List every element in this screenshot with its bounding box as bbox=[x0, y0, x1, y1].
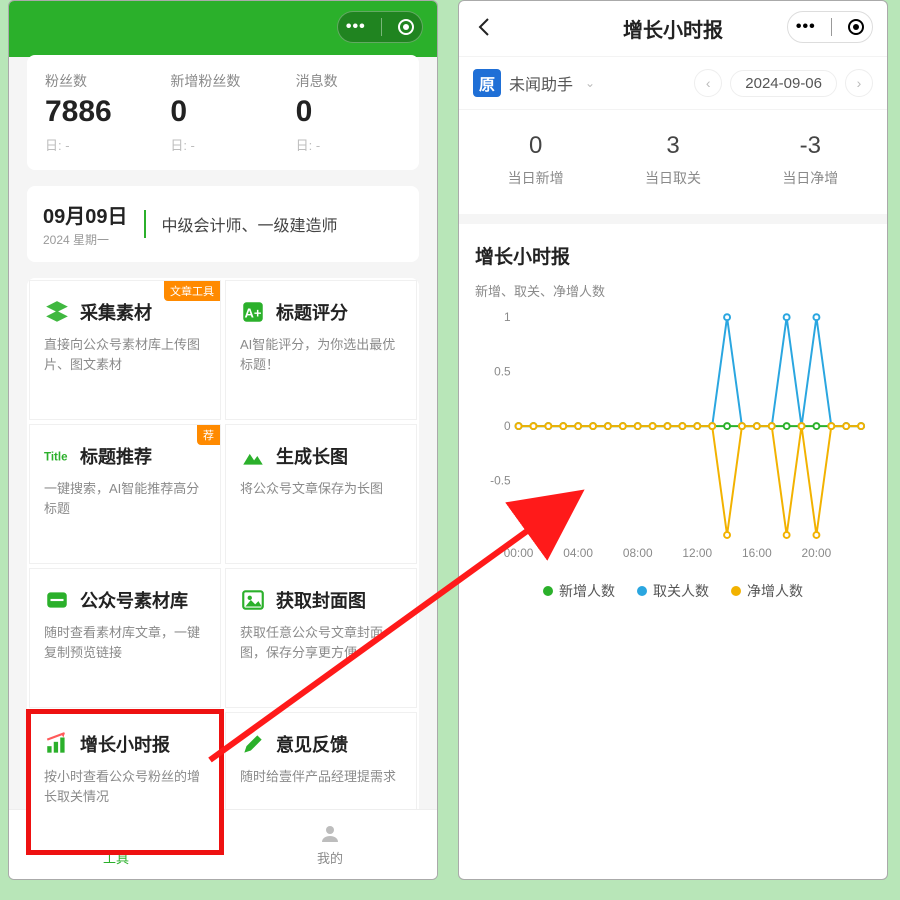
close-icon[interactable] bbox=[848, 19, 864, 35]
svg-text:20:00: 20:00 bbox=[802, 546, 832, 560]
badge-article-tools: 文章工具 bbox=[164, 281, 220, 301]
chart-section: 增长小时报 新增、取关、净增人数 -0.5 0 0.5 1 00:00 04:00 08:0… bbox=[459, 224, 887, 611]
hourly-report-screen: 增长小时报 ••• 原 未闻助手 ⌄ ‹ 2024-09-06 › 0 当日新增… bbox=[458, 0, 888, 880]
stat-followers: 粉丝数 7886 日: - bbox=[35, 71, 160, 154]
close-icon[interactable] bbox=[398, 19, 414, 35]
user-icon bbox=[318, 822, 342, 846]
stat-new-followers: 新增粉丝数 0 日: - bbox=[160, 71, 285, 154]
stat-new: 0 当日新增 bbox=[467, 132, 604, 188]
date-chip[interactable]: 2024-09-06 bbox=[730, 70, 837, 97]
tool-title-recommend[interactable]: 荐 Title 标题推荐 一键搜索，AI智能推荐高分标题 bbox=[29, 424, 221, 564]
tool-collect[interactable]: 文章工具 采集素材 直接向公众号素材库上传图片、图文素材 bbox=[29, 280, 221, 420]
date-tags: 中级会计师、一级建造师 bbox=[162, 212, 338, 236]
svg-text:-0.5: -0.5 bbox=[490, 474, 511, 488]
legend-unfollow: 取关人数 bbox=[637, 581, 709, 601]
stats-card: 粉丝数 7886 日: - 新增粉丝数 0 日: - 消息数 0 日: - bbox=[27, 55, 419, 170]
tool-hourly-report[interactable]: 增长小时报 按小时查看公众号粉丝的增长取关情况 bbox=[29, 712, 221, 852]
folder-icon bbox=[44, 587, 70, 613]
svg-text:08:00: 08:00 bbox=[623, 546, 653, 560]
avatar: 原 bbox=[473, 69, 501, 97]
legend-new: 新增人数 bbox=[543, 581, 615, 601]
account-row: 原 未闻助手 ⌄ ‹ 2024-09-06 › bbox=[459, 57, 887, 110]
stat-unfollow: 3 当日取关 bbox=[604, 132, 741, 188]
date-main: 09月09日 bbox=[43, 200, 128, 229]
pencil-icon bbox=[240, 731, 266, 757]
svg-text:16:00: 16:00 bbox=[742, 546, 772, 560]
svg-text:A+: A+ bbox=[245, 305, 262, 320]
stat-messages: 消息数 0 日: - bbox=[286, 71, 411, 154]
svg-text:12:00: 12:00 bbox=[682, 546, 712, 560]
svg-text:0: 0 bbox=[504, 419, 511, 433]
account-picker[interactable]: 原 未闻助手 ⌄ bbox=[473, 69, 595, 97]
tool-long-image[interactable]: 生成长图 将公众号文章保存为长图 bbox=[225, 424, 417, 564]
date-card[interactable]: 09月09日 2024 星期一 中级会计师、一级建造师 bbox=[27, 186, 419, 262]
svg-text:04:00: 04:00 bbox=[563, 546, 593, 560]
svg-text:00:00: 00:00 bbox=[504, 546, 534, 560]
back-icon[interactable] bbox=[473, 15, 497, 39]
mini-program-capsule[interactable]: ••• bbox=[337, 11, 423, 43]
title-icon: Title bbox=[44, 443, 70, 469]
daily-stats: 0 当日新增 3 当日取关 -3 当日净增 bbox=[459, 110, 887, 224]
mountain-icon bbox=[240, 443, 266, 469]
svg-text:Title: Title bbox=[44, 451, 68, 463]
svg-text:1: 1 bbox=[504, 310, 511, 324]
badge-recommend: 荐 bbox=[197, 425, 220, 445]
tool-material-lib[interactable]: 公众号素材库 随时查看素材库文章，一键复制预览链接 bbox=[29, 568, 221, 708]
date-picker: ‹ 2024-09-06 › bbox=[694, 69, 873, 97]
nav-mine[interactable]: 我的 bbox=[223, 810, 437, 879]
chart-legend: 新增人数 取关人数 净增人数 bbox=[475, 581, 871, 601]
tool-title-score[interactable]: A+ 标题评分 AI智能评分，为你选出最优标题！ bbox=[225, 280, 417, 420]
chevron-down-icon: ⌄ bbox=[585, 76, 595, 90]
tools-screen: ••• 粉丝数 7886 日: - 新增粉丝数 0 日: - 消息数 0 日: … bbox=[8, 0, 438, 880]
grade-icon: A+ bbox=[240, 299, 266, 325]
stat-net: -3 当日净增 bbox=[742, 132, 879, 188]
date-sub: 2024 星期一 bbox=[43, 231, 128, 248]
legend-net: 净增人数 bbox=[731, 581, 803, 601]
bars-growth-icon bbox=[44, 731, 70, 757]
tool-grid: 文章工具 采集素材 直接向公众号素材库上传图片、图文素材 A+ 标题评分 AI智… bbox=[27, 278, 419, 854]
svg-text:0.5: 0.5 bbox=[494, 365, 511, 379]
menu-icon[interactable]: ••• bbox=[346, 19, 366, 35]
image-icon bbox=[240, 587, 266, 613]
chart-title: 增长小时报 bbox=[475, 242, 871, 269]
menu-icon[interactable]: ••• bbox=[796, 19, 816, 35]
chart-subtitle: 新增、取关、净增人数 bbox=[475, 281, 871, 300]
page-title: 增长小时报 bbox=[623, 14, 723, 43]
next-day-button[interactable]: › bbox=[845, 69, 873, 97]
tool-cover-image[interactable]: 获取封面图 获取任意公众号文章封面图，保存分享更方便 bbox=[225, 568, 417, 708]
prev-day-button[interactable]: ‹ bbox=[694, 69, 722, 97]
layers-icon bbox=[44, 299, 70, 325]
hourly-chart: -0.5 0 0.5 1 00:00 04:00 08:00 12:00 16:00 20:00 bbox=[475, 306, 871, 566]
mini-program-capsule[interactable]: ••• bbox=[787, 11, 873, 43]
